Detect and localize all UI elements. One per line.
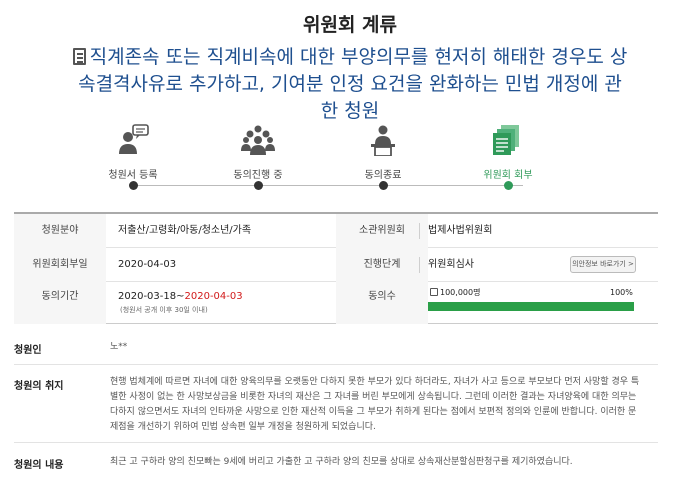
agree-count: 100,000명 (430, 287, 480, 299)
period-note: (청원서 공개 이후 30일 이내) (120, 306, 208, 314)
petitioner-label: 청원인 (14, 345, 42, 356)
referral-date-label: 위원회회부일 (14, 248, 106, 282)
podium-person-icon (371, 125, 395, 156)
step-dot (129, 181, 138, 190)
period-start: 2020-03-18~ (118, 291, 185, 302)
petition-title-text: 직계존속 또는 직계비속에 대한 부양의무를 현저히 해태한 경우도 상속결격사… (78, 46, 628, 122)
step-dot (379, 181, 388, 190)
committee-label: 소관위원회 (336, 214, 428, 248)
thumbs-up-icon (430, 288, 438, 296)
agree-percent: 100% (610, 288, 633, 297)
document-icon (72, 48, 86, 65)
step-label: 동의종료 (364, 170, 402, 181)
divider (14, 364, 658, 365)
content-label: 청원의 내용 (14, 460, 64, 471)
info-row: 위원회회부일 2020-04-03 진행단계 위원회심사 의안정보 바로가기 > (14, 248, 658, 282)
divider (419, 223, 420, 239)
steps-line (133, 185, 523, 186)
committee-value: 법제사법위원회 (428, 225, 493, 236)
stage-label: 진행단계 (336, 248, 428, 282)
petition-info-table: 청원분야 저출산/고령화/아동/청소년/가족 소관위원회 법제사법위원회 위원회… (14, 212, 658, 324)
step-label: 동의진행 중 (233, 170, 283, 181)
period-label: 동의기간 (14, 282, 106, 324)
petitioner-value: 노** (110, 342, 128, 352)
agree-count-value: 100,000명 (440, 288, 481, 297)
step-agreeing: 동의진행 중 (203, 124, 313, 181)
agree-progress-fill (428, 302, 634, 311)
bill-info-link-button[interactable]: 의안정보 바로가기 > (570, 256, 636, 273)
purpose-text: 현행 법체계에 따르면 자녀에 대한 양육의무를 오랫동안 다하지 못한 부모가… (110, 377, 640, 432)
document-stack-icon (493, 125, 519, 155)
divider (14, 442, 658, 443)
stage-value: 위원회심사 (428, 259, 474, 270)
agree-label: 동의수 (336, 282, 428, 324)
speech-person-icon (119, 124, 149, 154)
step-label: 청원서 등록 (108, 170, 158, 181)
period-value: 2020-03-18~2020-04-03 (118, 282, 243, 306)
progress-steps: 청원서 등록 동의진행 중 동의종료 위원회 회부 (78, 124, 578, 194)
status-title: 위원회 계류 (302, 14, 397, 36)
content-text: 최근 고 구하라 양의 친모빠는 9세에 버리고 가출한 고 구하라 양의 친모… (110, 457, 573, 467)
step-dot (254, 181, 263, 190)
field-value: 저출산/고령화/아동/청소년/가족 (118, 225, 252, 236)
step-registered: 청원서 등록 (78, 124, 188, 181)
divider (419, 257, 420, 273)
step-agree-closed: 동의종료 (328, 124, 438, 181)
step-label: 위원회 회부 (483, 170, 533, 181)
info-row: 청원분야 저출산/고령화/아동/청소년/가족 소관위원회 법제사법위원회 (14, 214, 658, 248)
period-end: 2020-04-03 (184, 291, 243, 302)
purpose-label: 청원의 취지 (14, 381, 64, 392)
agree-progress-bar (428, 302, 634, 311)
info-row: 동의기간 2020-03-18~2020-04-03 (청원서 공개 이후 30… (14, 282, 658, 324)
field-label: 청원분야 (14, 214, 106, 248)
people-group-icon (241, 125, 275, 155)
step-committee-referral: 위원회 회부 (453, 124, 563, 181)
petition-title: 직계존속 또는 직계비속에 대한 부양의무를 현저히 해태한 경우도 상속결격사… (70, 44, 630, 125)
referral-date-value: 2020-04-03 (118, 259, 177, 270)
step-dot-active (504, 181, 513, 190)
